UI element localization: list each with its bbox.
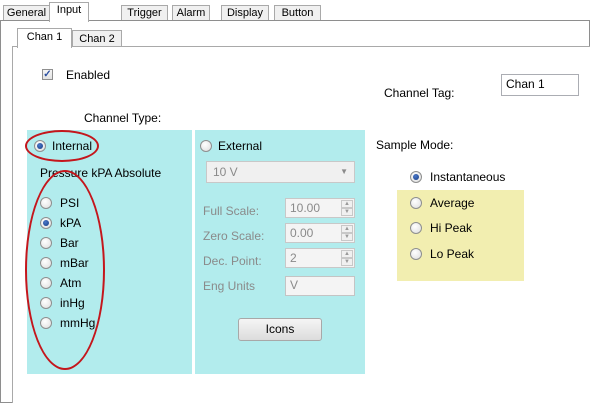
tab-button[interactable]: Button xyxy=(274,5,321,20)
spin-up-icon[interactable]: ▲ xyxy=(341,250,353,258)
full-scale-label: Full Scale: xyxy=(203,204,260,218)
sample-radio-hi-peak[interactable] xyxy=(410,222,422,234)
sample-label-lo-peak: Lo Peak xyxy=(430,247,475,261)
sample-radio-lo-peak[interactable] xyxy=(410,248,422,260)
external-label: External xyxy=(218,139,263,153)
enabled-label: Enabled xyxy=(66,68,111,82)
external-radio[interactable] xyxy=(200,140,212,152)
tab-display[interactable]: Display xyxy=(221,5,269,20)
sample-label-average: Average xyxy=(430,196,475,210)
chevron-down-icon: ▼ xyxy=(340,167,348,176)
annotation-ellipse-units xyxy=(25,170,105,370)
sample-label-hi-peak: Hi Peak xyxy=(430,221,473,235)
eng-units-input[interactable]: V xyxy=(285,276,355,296)
sample-radio-average[interactable] xyxy=(410,197,422,209)
sample-label-instantaneous: Instantaneous xyxy=(430,170,506,184)
dec-point-value: 2 xyxy=(290,251,297,265)
spin-up-icon[interactable]: ▲ xyxy=(341,225,353,233)
channel-type-title: Channel Type: xyxy=(84,111,162,125)
spin-down-icon[interactable]: ▼ xyxy=(341,258,353,266)
sample-mode-title: Sample Mode: xyxy=(376,138,454,152)
spin-down-icon[interactable]: ▼ xyxy=(341,208,353,216)
eng-units-label: Eng Units xyxy=(203,279,256,293)
full-scale-value: 10.00 xyxy=(290,201,321,215)
dec-point-label: Dec. Point: xyxy=(203,254,262,268)
tab-alarm[interactable]: Alarm xyxy=(172,5,210,20)
tab-chan-1[interactable]: Chan 1 xyxy=(17,28,72,48)
zero-scale-label: Zero Scale: xyxy=(203,229,265,243)
tab-trigger[interactable]: Trigger xyxy=(121,5,168,20)
external-range-dropdown[interactable]: 10 V ▼ xyxy=(206,161,355,183)
dec-point-spinner[interactable]: 2 ▲ ▼ xyxy=(285,248,355,268)
tab-input[interactable]: Input xyxy=(49,2,89,22)
full-scale-spinner[interactable]: 10.00 ▲ ▼ xyxy=(285,198,355,218)
settings-tabbar: General Input Trigger Alarm Display Butt… xyxy=(0,0,592,22)
sample-radio-instantaneous[interactable] xyxy=(410,171,422,183)
spin-up-icon[interactable]: ▲ xyxy=(341,200,353,208)
tab-chan-2[interactable]: Chan 2 xyxy=(72,30,122,47)
icons-button[interactable]: Icons xyxy=(238,318,322,341)
channel-tag-label: Channel Tag: xyxy=(384,86,455,100)
zero-scale-spinner[interactable]: 0.00 ▲ ▼ xyxy=(285,223,355,243)
tab-general[interactable]: General xyxy=(3,5,50,20)
zero-scale-value: 0.00 xyxy=(290,226,314,240)
external-range-value: 10 V xyxy=(213,165,238,179)
spin-down-icon[interactable]: ▼ xyxy=(341,233,353,241)
channel-tag-input[interactable]: Chan 1 xyxy=(501,74,579,96)
enabled-checkbox[interactable]: ✓ xyxy=(42,69,53,80)
annotation-ellipse-internal xyxy=(25,130,99,162)
